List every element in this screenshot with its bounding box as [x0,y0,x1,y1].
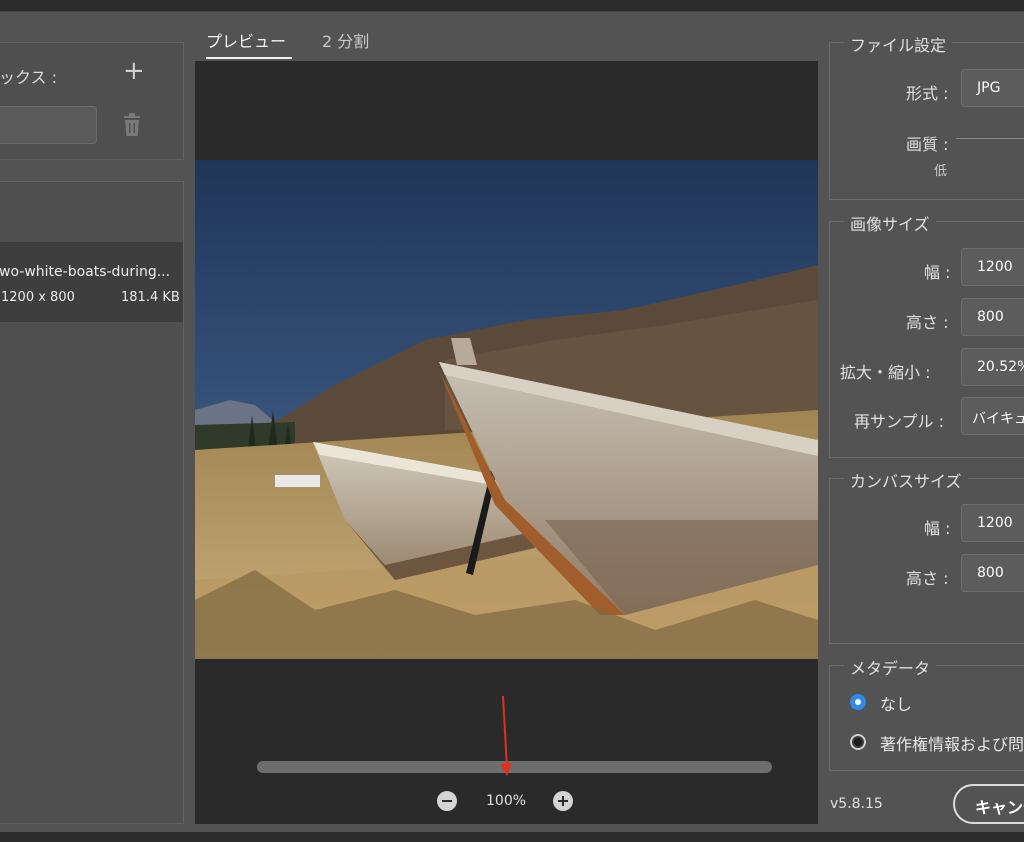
metadata-copyright-label[interactable]: 著作権情報および問 [880,731,1024,755]
canvas-width-label: 幅 : [924,519,951,538]
asset-list-panel: wo-white-boats-during... 1200 x 800 181.… [0,181,184,824]
zoom-level: 100% [486,793,527,809]
file-settings-group: ファイル設定 形式 : JPG 画質 : 低 [829,32,1024,200]
preview-image [195,160,818,659]
canvas-size-group: カンバスサイズ 幅 : 1200 高さ : 800 [829,468,1024,644]
quality-label: 画質 : [906,135,949,154]
bottom-bar [0,832,1024,842]
zoom-in-icon[interactable] [553,791,573,811]
zoom-out-icon[interactable] [437,791,457,811]
metadata-none-label[interactable]: なし [880,691,912,715]
asset-filename: wo-white-boats-during... [0,264,171,280]
metadata-legend: メタデータ [844,655,937,679]
scale-field[interactable]: 20.52% [961,348,1024,386]
asset-file-size: 181.4 KB [121,290,180,305]
image-width-label: 幅 : [924,263,951,282]
preset-select[interactable] [0,106,97,144]
asset-dimensions: 1200 x 800 [1,290,75,305]
cancel-button[interactable]: キャンセル [953,784,1024,824]
tab-preview[interactable]: プレビュー [206,28,286,52]
scale-label: 拡大・縮小 : [840,363,931,382]
version-label: v5.8.15 [830,796,883,812]
resample-label: 再サンプル : [854,412,944,431]
image-width-field[interactable]: 1200 [961,248,1024,286]
file-settings-legend: ファイル設定 [844,32,953,56]
list-item[interactable]: wo-white-boats-during... 1200 x 800 181.… [0,242,183,322]
format-select[interactable]: JPG [961,69,1024,107]
format-label: 形式 : [906,84,949,103]
metadata-none-radio[interactable] [850,694,866,710]
preset-label: ックス : [0,68,57,87]
add-preset-icon[interactable]: + [123,58,145,84]
image-size-group: 画像サイズ 幅 : 1200 高さ : 800 拡大・縮小 : 20.52% 再… [829,211,1024,458]
annotation-arrow [500,696,512,776]
preview-area: 100% [195,61,818,824]
image-size-legend: 画像サイズ [844,211,936,235]
preset-panel: ックス : + [0,42,184,160]
image-height-field[interactable]: 800 [961,298,1024,336]
quality-low-label: 低 [934,164,948,179]
trash-icon[interactable] [121,113,143,137]
canvas-height-field[interactable]: 800 [961,554,1024,592]
top-bar [0,0,1024,12]
tab-split[interactable]: 2 分割 [322,28,369,52]
canvas-height-label: 高さ : [906,569,949,588]
image-height-label: 高さ : [906,313,949,332]
quality-slider[interactable] [956,138,1024,139]
canvas-size-legend: カンバスサイズ [844,468,968,492]
metadata-copyright-radio[interactable] [850,734,866,750]
metadata-group: メタデータ なし 著作権情報および問 [829,655,1024,771]
resample-select[interactable]: バイキュー [961,397,1024,435]
canvas-width-field[interactable]: 1200 [961,504,1024,542]
tab-preview-underline [206,57,292,59]
